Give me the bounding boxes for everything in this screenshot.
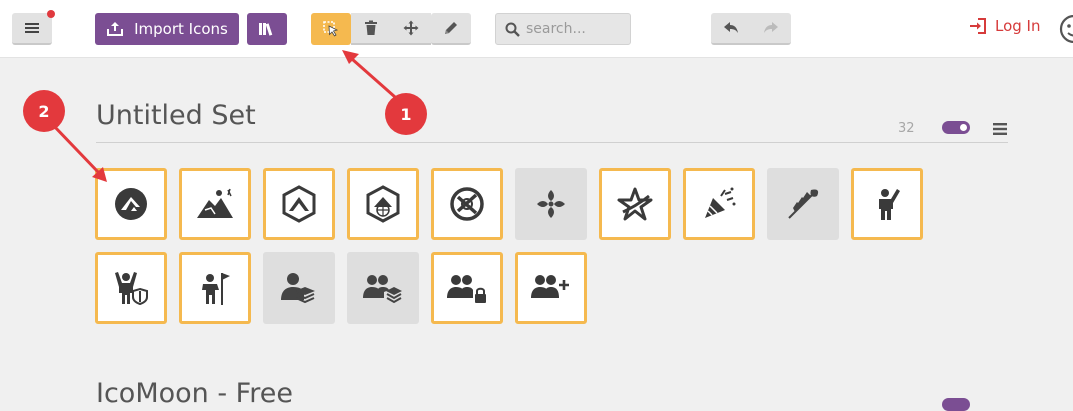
annotation-arrows — [51, 50, 396, 182]
annotation-badge-1: 1 — [385, 93, 427, 135]
annotation-badge-2: 2 — [23, 90, 65, 132]
